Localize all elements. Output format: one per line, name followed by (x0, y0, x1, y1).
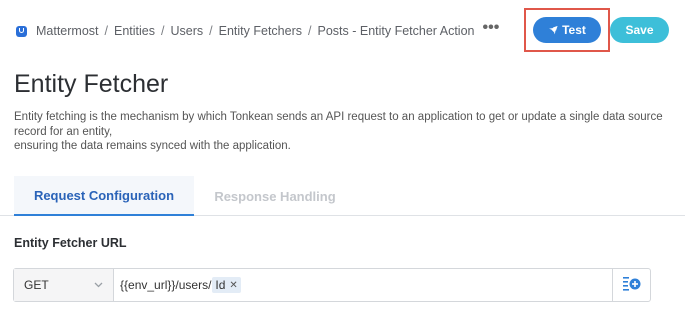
breadcrumb-separator: / (209, 24, 213, 38)
url-input[interactable]: {{env_url}}/users/ Id ✕ (114, 269, 612, 301)
chevron-down-icon (94, 280, 103, 291)
tab-bar: Request Configuration Response Handling (0, 176, 685, 216)
breadcrumb-item-users[interactable]: Users (170, 24, 203, 38)
http-method-select[interactable]: GET (14, 269, 114, 301)
variable-chip-label: Id (215, 278, 226, 292)
add-variable-icon (622, 275, 641, 296)
breadcrumb: Mattermost / Entities / Users / Entity F… (16, 20, 500, 40)
breadcrumb-separator: / (161, 24, 165, 38)
remove-variable-icon[interactable]: ✕ (229, 280, 237, 291)
breadcrumb-separator: / (104, 24, 108, 38)
entity-fetcher-url-label: Entity Fetcher URL (14, 236, 127, 250)
breadcrumb-item-current: Posts - Entity Fetcher Action (317, 24, 475, 38)
breadcrumb-item-entities[interactable]: Entities (114, 24, 155, 38)
test-button-label: Test (562, 23, 586, 37)
description-line: ensuring the data remains synced with th… (14, 140, 291, 152)
variable-chip[interactable]: Id ✕ (212, 277, 241, 293)
http-method-value: GET (24, 278, 49, 292)
page-description: Entity fetching is the mechanism by whic… (14, 110, 674, 154)
test-button[interactable]: Test (533, 17, 601, 43)
tab-request-configuration[interactable]: Request Configuration (14, 176, 194, 216)
breadcrumb-item-mattermost[interactable]: Mattermost (36, 24, 99, 38)
description-line: Entity fetching is the mechanism by whic… (14, 111, 663, 138)
breadcrumb-separator: / (308, 24, 312, 38)
add-variable-button[interactable] (612, 269, 650, 301)
mattermost-logo-icon (16, 25, 27, 37)
url-field: GET {{env_url}}/users/ Id ✕ (13, 268, 651, 302)
breadcrumb-item-entity-fetchers[interactable]: Entity Fetchers (219, 24, 302, 38)
rocket-icon (545, 22, 561, 38)
more-options-icon[interactable]: ••• (483, 20, 500, 36)
page-title: Entity Fetcher (14, 70, 169, 98)
url-text: {{env_url}}/users/ (120, 278, 212, 292)
tab-response-handling[interactable]: Response Handling (200, 176, 350, 216)
save-button[interactable]: Save (610, 17, 669, 43)
